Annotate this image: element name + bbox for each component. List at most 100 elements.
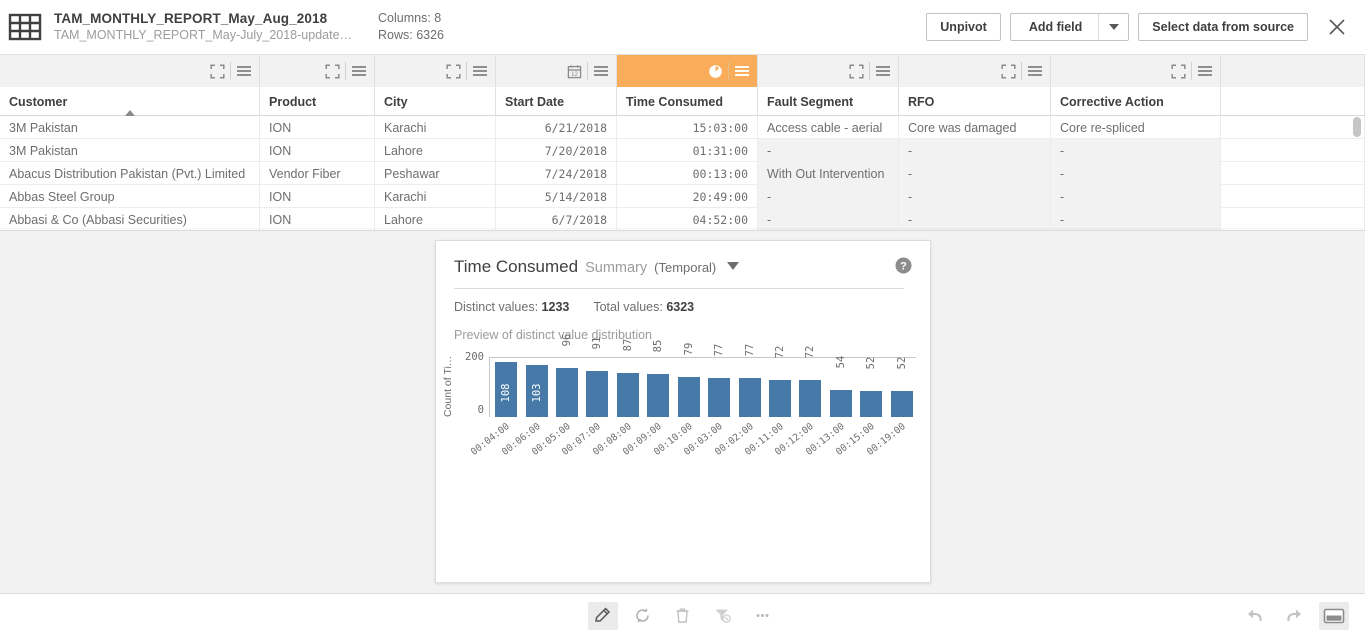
cell-city[interactable]: Karachi: [375, 185, 496, 208]
cell-customer[interactable]: 3M Pakistan: [0, 139, 260, 162]
chart-bar[interactable]: 52: [860, 357, 883, 417]
vertical-scrollbar[interactable]: [1353, 117, 1361, 137]
chart-bar[interactable]: 77: [738, 344, 761, 417]
chart-bar-column[interactable]: 103: [521, 358, 551, 417]
table-row[interactable]: Abacus Distribution Pakistan (Pvt.) Limi…: [0, 162, 1365, 185]
column-header-corrective-action[interactable]: Corrective Action: [1051, 87, 1221, 116]
clock-icon[interactable]: [704, 60, 726, 82]
cell-time-consumed[interactable]: 00:13:00: [617, 162, 758, 185]
expand-icon[interactable]: [442, 60, 464, 82]
cell-product[interactable]: ION: [260, 185, 375, 208]
redo-icon[interactable]: [1279, 602, 1309, 630]
column-header-start-date[interactable]: Start Date: [496, 87, 617, 116]
hamburger-menu-icon[interactable]: [233, 60, 255, 82]
add-field-button[interactable]: Add field: [1009, 13, 1130, 41]
pencil-icon[interactable]: [587, 601, 618, 630]
cell-start-date[interactable]: 7/20/2018: [496, 139, 617, 162]
cell-time-consumed[interactable]: 15:03:00: [617, 116, 758, 139]
close-icon[interactable]: [1323, 13, 1351, 41]
chart-bar[interactable]: 87: [616, 339, 639, 417]
chart-bar-column[interactable]: 91: [582, 337, 612, 417]
refresh-icon[interactable]: [628, 602, 658, 630]
cell-corrective-action[interactable]: -: [1051, 162, 1221, 185]
table-row[interactable]: Abbas Steel Group ION Karachi 5/14/2018 20:4…: [0, 185, 1365, 208]
chart-bar-column[interactable]: 52: [856, 357, 886, 417]
column-header-customer[interactable]: Customer: [0, 87, 260, 116]
chart-bar-column[interactable]: 77: [734, 344, 764, 417]
more-options-icon[interactable]: [748, 602, 778, 630]
chart-bar[interactable]: 85: [647, 340, 670, 417]
hamburger-menu-icon[interactable]: [348, 60, 370, 82]
table-row[interactable]: 3M Pakistan ION Karachi 6/21/2018 15:03:00 Ac…: [0, 116, 1365, 139]
chart-bar[interactable]: 79: [677, 343, 700, 417]
column-header-rfo[interactable]: RFO: [899, 87, 1051, 116]
cell-corrective-action[interactable]: Core re-spliced: [1051, 116, 1221, 139]
chart-bar-column[interactable]: 77: [704, 344, 734, 417]
help-icon[interactable]: ?: [895, 257, 912, 279]
cell-time-consumed[interactable]: 01:31:00: [617, 139, 758, 162]
clear-filter-icon[interactable]: [708, 602, 738, 630]
cell-corrective-action[interactable]: -: [1051, 185, 1221, 208]
hamburger-menu-icon[interactable]: [469, 60, 491, 82]
cell-product[interactable]: ION: [260, 139, 375, 162]
cell-customer[interactable]: Abacus Distribution Pakistan (Pvt.) Limi…: [0, 162, 260, 185]
cell-time-consumed[interactable]: 20:49:00: [617, 185, 758, 208]
hamburger-menu-icon[interactable]: [872, 60, 894, 82]
toggle-panel-icon[interactable]: [1319, 601, 1349, 630]
trash-icon[interactable]: [668, 602, 698, 630]
chart-bar-column[interactable]: 108: [491, 358, 521, 417]
chart-bar[interactable]: 77: [708, 344, 731, 417]
cell-fault-segment[interactable]: -: [758, 185, 899, 208]
hamburger-menu-icon[interactable]: [590, 60, 612, 82]
chart-bar[interactable]: 108: [495, 362, 518, 417]
chevron-down-icon[interactable]: [1098, 14, 1128, 40]
expand-icon[interactable]: [997, 60, 1019, 82]
cell-fault-segment[interactable]: With Out Intervention: [758, 162, 899, 185]
cell-fault-segment[interactable]: Access cable - aerial: [758, 116, 899, 139]
hamburger-menu-icon[interactable]: [1194, 60, 1216, 82]
column-header-product[interactable]: Product: [260, 87, 375, 116]
cell-corrective-action[interactable]: -: [1051, 139, 1221, 162]
cell-rfo[interactable]: -: [899, 162, 1051, 185]
chart-bar-column[interactable]: 52: [886, 357, 916, 417]
calendar-icon[interactable]: 12: [563, 60, 585, 82]
select-data-from-source-button[interactable]: Select data from source: [1138, 13, 1308, 41]
expand-icon[interactable]: [321, 60, 343, 82]
chart-bar-column[interactable]: 72: [795, 346, 825, 417]
unpivot-button[interactable]: Unpivot: [926, 13, 1001, 41]
table-row[interactable]: 3M Pakistan ION Lahore 7/20/2018 01:31:00- - -: [0, 139, 1365, 162]
cell-rfo[interactable]: -: [899, 185, 1051, 208]
chevron-down-icon[interactable]: [727, 262, 740, 270]
chart-bar-column[interactable]: 87: [613, 339, 643, 417]
column-header-time-consumed[interactable]: Time Consumed: [617, 87, 758, 116]
cell-city[interactable]: Karachi: [375, 116, 496, 139]
chart-bar-column[interactable]: 85: [643, 340, 673, 417]
chart-bar[interactable]: 96: [556, 334, 579, 417]
chart-bar[interactable]: 54: [829, 356, 852, 417]
cell-product[interactable]: Vendor Fiber: [260, 162, 375, 185]
chart-bar-column[interactable]: 79: [674, 343, 704, 417]
cell-rfo[interactable]: Core was damaged: [899, 116, 1051, 139]
chart-bar[interactable]: 103: [525, 365, 548, 417]
hamburger-menu-icon[interactable]: [1024, 60, 1046, 82]
cell-rfo[interactable]: -: [899, 139, 1051, 162]
expand-icon[interactable]: [845, 60, 867, 82]
cell-start-date[interactable]: 5/14/2018: [496, 185, 617, 208]
chart-bar-column[interactable]: 96: [552, 334, 582, 417]
cell-customer[interactable]: Abbas Steel Group: [0, 185, 260, 208]
expand-icon[interactable]: [206, 60, 228, 82]
column-header-fault-segment[interactable]: Fault Segment: [758, 87, 899, 116]
chart-bar-column[interactable]: 72: [765, 346, 795, 417]
cell-city[interactable]: Lahore: [375, 139, 496, 162]
cell-start-date[interactable]: 6/21/2018: [496, 116, 617, 139]
chart-bar[interactable]: 72: [769, 346, 791, 417]
chart-bar-column[interactable]: 54: [826, 356, 856, 417]
chart-bar[interactable]: 91: [586, 337, 609, 417]
cell-start-date[interactable]: 7/24/2018: [496, 162, 617, 185]
cell-product[interactable]: ION: [260, 116, 375, 139]
hamburger-menu-icon[interactable]: [731, 60, 753, 82]
chart-bar[interactable]: 52: [890, 357, 913, 417]
expand-icon[interactable]: [1167, 60, 1189, 82]
chart-bar[interactable]: 72: [799, 346, 822, 417]
column-header-city[interactable]: City: [375, 87, 496, 116]
